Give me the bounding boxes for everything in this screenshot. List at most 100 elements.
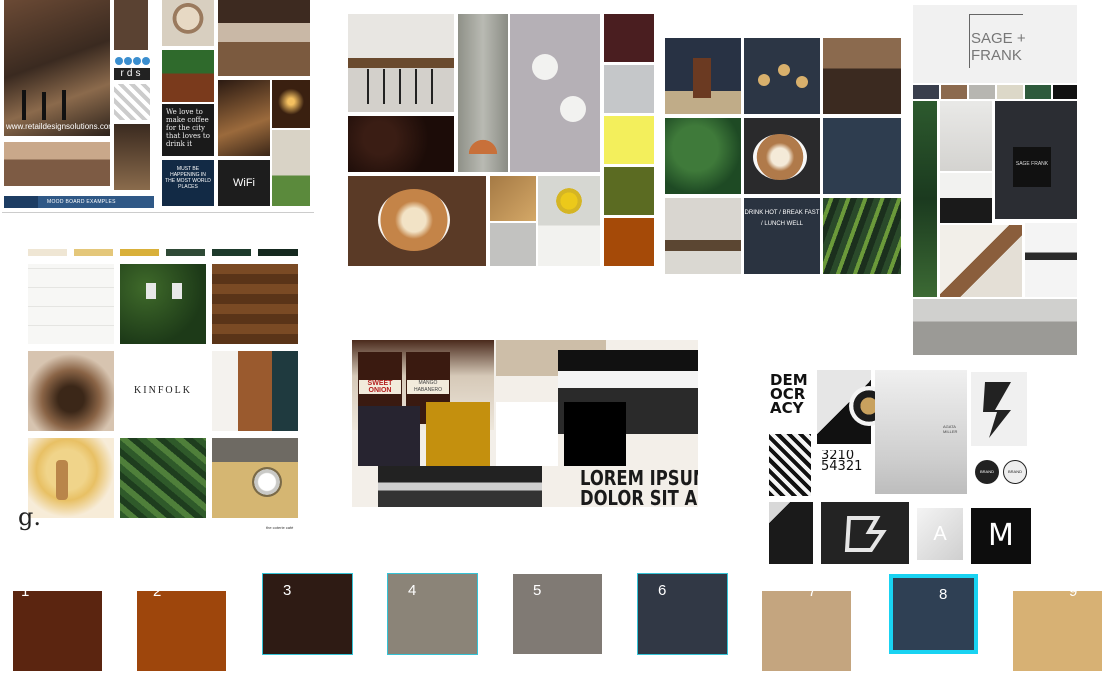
swatch-5 bbox=[1025, 85, 1051, 99]
textile-photo bbox=[940, 101, 992, 171]
palette-swatch-number: 1 bbox=[21, 583, 30, 600]
bar-stools-lines bbox=[367, 69, 433, 104]
jar-label-1: SWEET ONION bbox=[359, 380, 401, 394]
swatch-1 bbox=[358, 406, 420, 466]
m-logo-card: M bbox=[971, 508, 1031, 564]
grid-shelf-photo bbox=[272, 130, 310, 206]
swatch-2 bbox=[941, 85, 967, 99]
palette-swatch-number: 7 bbox=[808, 583, 817, 600]
swatch-3 bbox=[604, 116, 654, 164]
plant-strip-photo bbox=[913, 101, 937, 297]
palette-swatch-3[interactable]: 3 bbox=[262, 573, 353, 655]
swatch-2 bbox=[604, 65, 654, 113]
palette-swatch-6[interactable]: 6 bbox=[637, 573, 728, 655]
palette-swatch-number: 9 bbox=[1069, 583, 1078, 600]
g-logo: g. bbox=[18, 503, 41, 531]
swatch-4 bbox=[997, 85, 1023, 99]
swatch-5 bbox=[604, 218, 654, 266]
copper-lamp bbox=[461, 132, 505, 154]
swatch-3 bbox=[969, 85, 995, 99]
stripes-photo bbox=[769, 434, 811, 496]
round-sign-photo bbox=[162, 0, 214, 46]
palette-swatch-number: 4 bbox=[408, 582, 417, 599]
wood-texture bbox=[490, 176, 536, 221]
palette-swatch-number: 6 bbox=[658, 582, 667, 599]
lamp-interior-photo bbox=[218, 80, 270, 156]
palette-swatch-8[interactable]: 8 bbox=[889, 574, 978, 654]
menu-sign-photo: DRINK HOT / BREAK FAST / LUNCH WELL bbox=[744, 198, 820, 274]
palette-swatch-7[interactable]: 7 bbox=[762, 583, 851, 671]
swatch-6 bbox=[1053, 85, 1077, 99]
planter-photo bbox=[162, 50, 214, 102]
palette-swatch-number: 2 bbox=[153, 583, 162, 600]
table-photo bbox=[4, 142, 110, 186]
swatch-3 bbox=[496, 402, 558, 466]
moodboard-brand-typography[interactable]: DEM OCR ACY AGATA MILLER 3210 54321 BRAN… bbox=[767, 368, 1035, 568]
swatch-6 bbox=[258, 249, 298, 256]
swatch-2 bbox=[74, 249, 113, 256]
sign-photo: MUST BE HAPPENING IN THE MOST WORLD PLAC… bbox=[162, 160, 214, 206]
tile-pattern bbox=[114, 84, 150, 120]
footer-label: MOOD BOARD EXAMPLES bbox=[47, 199, 116, 205]
palette-swatch-number: 8 bbox=[939, 586, 948, 603]
palette-swatch-number: 3 bbox=[283, 582, 292, 599]
bar-interior-photo bbox=[114, 124, 150, 190]
palette-swatch-1[interactable]: 1 bbox=[13, 583, 102, 671]
moodboard-kinfolk[interactable]: KINFOLK g. the coterie café bbox=[16, 245, 302, 533]
moodboard-sage-frank[interactable]: SAGE + FRANK SAGE FRANK bbox=[913, 5, 1077, 359]
laptop-photo bbox=[913, 299, 1077, 355]
swatch-1 bbox=[913, 85, 939, 99]
brand-letters: rds bbox=[114, 68, 150, 80]
espresso-cups-photo bbox=[28, 351, 114, 431]
brick-interior-photo bbox=[4, 0, 110, 136]
wifi-sign-photo: WiFi bbox=[218, 160, 270, 206]
swatch-3 bbox=[120, 249, 159, 256]
palette-swatch-4[interactable]: 4 bbox=[387, 573, 478, 655]
mug-text: SAGE FRANK bbox=[1013, 147, 1051, 187]
palette-swatch-2[interactable]: 2 bbox=[137, 583, 226, 671]
ivy-window-photo bbox=[120, 264, 206, 344]
desk-flatlay-photo bbox=[940, 225, 1022, 297]
palette-swatch-number: 5 bbox=[533, 582, 542, 599]
moodboard-canvas: www.retaildesignsolutions.com rds We lov… bbox=[0, 0, 1111, 677]
swatch-2 bbox=[426, 402, 490, 466]
letter-a-card: A bbox=[917, 508, 963, 560]
social-icons bbox=[114, 54, 150, 66]
teal-chair-photo bbox=[823, 118, 901, 194]
numbers-graphic: 3210 54321 bbox=[821, 450, 863, 474]
window-bar-photo bbox=[665, 198, 741, 274]
coffee-beans-photo bbox=[348, 116, 454, 172]
badge-light: BRAND bbox=[1003, 460, 1027, 484]
hanging-planters-photo bbox=[510, 14, 600, 172]
leaves-photo bbox=[120, 438, 206, 518]
stone-texture bbox=[490, 223, 536, 266]
swatch-1 bbox=[604, 14, 654, 62]
swatch-1 bbox=[28, 249, 67, 256]
brand-logo: KINFOLK bbox=[134, 385, 192, 396]
palette-swatch-9[interactable]: 9 bbox=[1013, 583, 1102, 671]
moodboard-dark-teal-cafe[interactable]: DRINK HOT / BREAK FAST / LUNCH WELL bbox=[665, 38, 901, 274]
door-photo bbox=[114, 0, 148, 50]
bistro-chairs-photo bbox=[823, 38, 901, 114]
caption: the coterie café bbox=[266, 525, 294, 530]
democracy-wordmark: DEM OCR ACY bbox=[770, 371, 808, 417]
white-brick-photo bbox=[28, 264, 114, 344]
moodboard-lorem-ipsum[interactable]: SWEET ONION MANGO HABANERO LOREM IPSUM D… bbox=[352, 340, 698, 507]
leather-chair-photo bbox=[212, 351, 298, 431]
jar-label-2: MANGO HABANERO bbox=[407, 380, 449, 394]
swatch-5 bbox=[212, 249, 251, 256]
wood-planks-photo bbox=[212, 264, 298, 344]
fern-photo bbox=[823, 198, 901, 274]
palette-swatch-5[interactable]: 5 bbox=[513, 574, 602, 654]
bulb-photo bbox=[272, 80, 310, 128]
badge-dark: BRAND bbox=[975, 460, 999, 484]
swatch-4 bbox=[166, 249, 205, 256]
moodboard-cafe-palette[interactable] bbox=[348, 14, 654, 268]
swatch-4 bbox=[604, 167, 654, 215]
black-card-photo bbox=[769, 502, 813, 564]
brand-logo: SAGE + FRANK bbox=[971, 30, 1026, 64]
headline: LOREM IPSUM DOLOR SIT AM bbox=[580, 466, 698, 507]
phone-hand-photo bbox=[378, 466, 542, 507]
chair-photo bbox=[1025, 223, 1077, 297]
moodboard-coffee-shop-collage[interactable]: www.retaildesignsolutions.com rds We lov… bbox=[2, 0, 314, 215]
